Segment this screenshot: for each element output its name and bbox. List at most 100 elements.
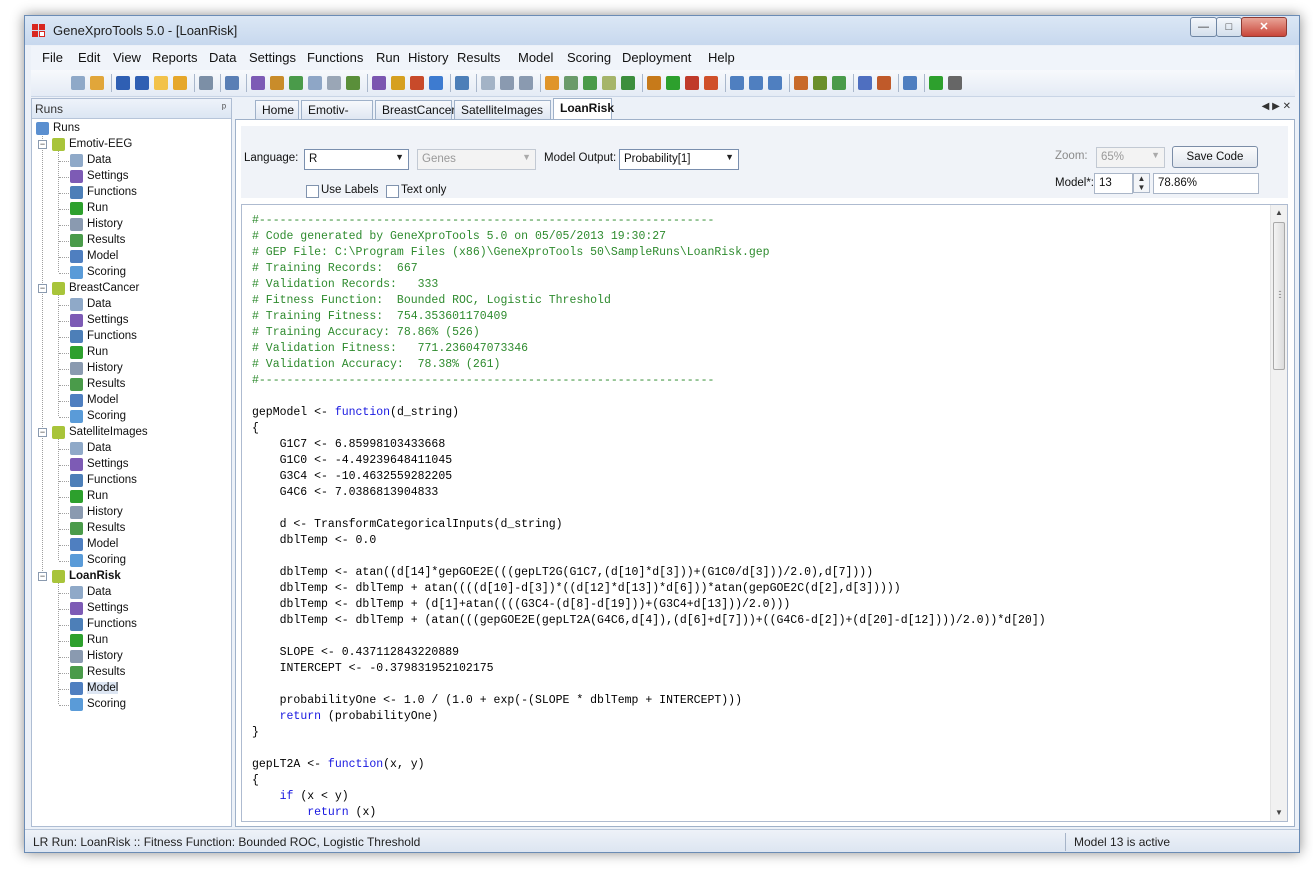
save-icon[interactable] [116, 76, 130, 90]
model-number-value: 13 [1099, 177, 1112, 189]
save-code-button[interactable]: Save Code [1172, 146, 1258, 168]
close-button[interactable]: ✕ [1241, 17, 1287, 37]
title-bar[interactable]: GeneXproTools 5.0 - [LoanRisk] — □ ✕ [25, 16, 1299, 45]
tree-connector [59, 625, 69, 626]
tab-emotiv-eeg[interactable]: Emotiv-EEG [301, 100, 373, 131]
status-divider [1065, 833, 1066, 851]
grid-icon[interactable] [602, 76, 616, 90]
tab-loanrisk[interactable]: LoanRisk [553, 98, 614, 119]
menu-history[interactable]: History [408, 50, 448, 65]
tools-icon[interactable] [455, 76, 469, 90]
gene-icon[interactable] [410, 76, 424, 90]
scroll-thumb[interactable]: --- [1273, 222, 1285, 370]
model-output-select[interactable]: Probability[1] ▼ [619, 149, 739, 170]
tab-home[interactable]: Home [255, 100, 299, 119]
help-icon[interactable] [929, 76, 943, 90]
language-select[interactable]: R ▼ [304, 149, 409, 170]
arrow-icon[interactable] [391, 76, 405, 90]
use-labels-checkbox[interactable] [306, 185, 319, 198]
export-icon[interactable] [794, 76, 808, 90]
code-line: { [252, 773, 1046, 789]
toolbar-separator [924, 74, 925, 92]
chart-pie-icon[interactable] [545, 76, 559, 90]
scroll-up-icon[interactable]: ▲ [1271, 205, 1287, 221]
new-run-icon[interactable] [71, 76, 85, 90]
tree-icon[interactable] [749, 76, 763, 90]
menu-run[interactable]: Run [376, 50, 400, 65]
add-icon[interactable] [666, 76, 680, 90]
scroll-down-icon[interactable]: ▼ [1271, 805, 1287, 821]
tree-connector [59, 257, 69, 258]
shield-icon[interactable] [429, 76, 443, 90]
pin-icon[interactable]: ᵖ [222, 102, 226, 114]
table-icon[interactable] [564, 76, 578, 90]
link-icon[interactable] [327, 76, 341, 90]
copy-icon[interactable] [308, 76, 322, 90]
dropdown-icon[interactable] [948, 76, 962, 90]
menu-deployment[interactable]: Deployment [622, 50, 691, 65]
collapse-toggle-icon[interactable]: − [38, 140, 47, 149]
zoom-select[interactable]: 65% ▼ [1096, 147, 1165, 168]
tab-breastcancer[interactable]: BreastCancer [375, 100, 455, 119]
model-spinner[interactable]: ▲ ▼ [1133, 173, 1150, 193]
tree-item-scoring-icon [70, 554, 83, 567]
status-bar: LR Run: LoanRisk :: Fitness Function: Bo… [25, 829, 1299, 852]
menu-file[interactable]: File [42, 50, 63, 65]
users-icon[interactable] [346, 76, 360, 90]
text-only-checkbox[interactable] [386, 185, 399, 198]
save-all-icon[interactable] [135, 76, 149, 90]
menu-functions[interactable]: Functions [307, 50, 363, 65]
report-icon[interactable] [903, 76, 917, 90]
script-icon[interactable] [877, 76, 891, 90]
tree-item-settings-label: Settings [87, 602, 129, 614]
menu-edit[interactable]: Edit [78, 50, 100, 65]
code-icon[interactable] [858, 76, 872, 90]
layout-icon[interactable] [730, 76, 744, 90]
collapse-toggle-icon[interactable]: − [38, 572, 47, 581]
genes-select[interactable]: Genes ▼ [417, 149, 536, 170]
tab-navigation-controls[interactable]: ◀ ▶ ✕ [1262, 101, 1291, 112]
tree-run-loanrisk-label: LoanRisk [69, 570, 121, 582]
functions-icon[interactable] [289, 76, 303, 90]
edit-icon[interactable] [704, 76, 718, 90]
line-chart-icon[interactable] [583, 76, 597, 90]
vertical-scrollbar[interactable]: ▲ --- ▼ [1270, 205, 1287, 821]
wrench-icon[interactable] [519, 76, 533, 90]
menu-scoring[interactable]: Scoring [567, 50, 611, 65]
folder-icon[interactable] [154, 76, 168, 90]
model-number-input[interactable]: 13 [1094, 173, 1133, 194]
gear-icon[interactable] [500, 76, 514, 90]
find-icon[interactable] [225, 76, 239, 90]
export-3-icon[interactable] [832, 76, 846, 90]
code-text: dblTemp <- dblTemp + (atan(((gepGOE2E(ge… [252, 614, 1046, 627]
document-icon[interactable] [481, 76, 495, 90]
menu-settings[interactable]: Settings [249, 50, 296, 65]
box-icon[interactable] [372, 76, 386, 90]
collapse-toggle-icon[interactable]: − [38, 284, 47, 293]
maximize-button[interactable]: □ [1216, 17, 1242, 37]
collapse-toggle-icon[interactable]: − [38, 428, 47, 437]
print-icon[interactable] [199, 76, 213, 90]
open-icon[interactable] [90, 76, 104, 90]
settings-icon[interactable] [270, 76, 284, 90]
tree-connector [59, 657, 69, 658]
menu-help[interactable]: Help [708, 50, 735, 65]
menu-model[interactable]: Model [518, 50, 553, 65]
minimize-button[interactable]: — [1190, 17, 1217, 37]
code-editor[interactable]: #---------------------------------------… [241, 204, 1288, 822]
brush-icon[interactable] [647, 76, 661, 90]
menu-view[interactable]: View [113, 50, 141, 65]
tree-connector [59, 385, 69, 386]
trend-icon[interactable] [621, 76, 635, 90]
open-folder-icon[interactable] [173, 76, 187, 90]
menu-data[interactable]: Data [209, 50, 236, 65]
export-2-icon[interactable] [813, 76, 827, 90]
delete-icon[interactable] [685, 76, 699, 90]
tab-satelliteimages[interactable]: SatelliteImages [454, 100, 551, 119]
menu-results[interactable]: Results [457, 50, 500, 65]
data-icon[interactable] [251, 76, 265, 90]
text-only-label: Text only [401, 184, 447, 196]
menu-reports[interactable]: Reports [152, 50, 198, 65]
list-icon[interactable] [768, 76, 782, 90]
